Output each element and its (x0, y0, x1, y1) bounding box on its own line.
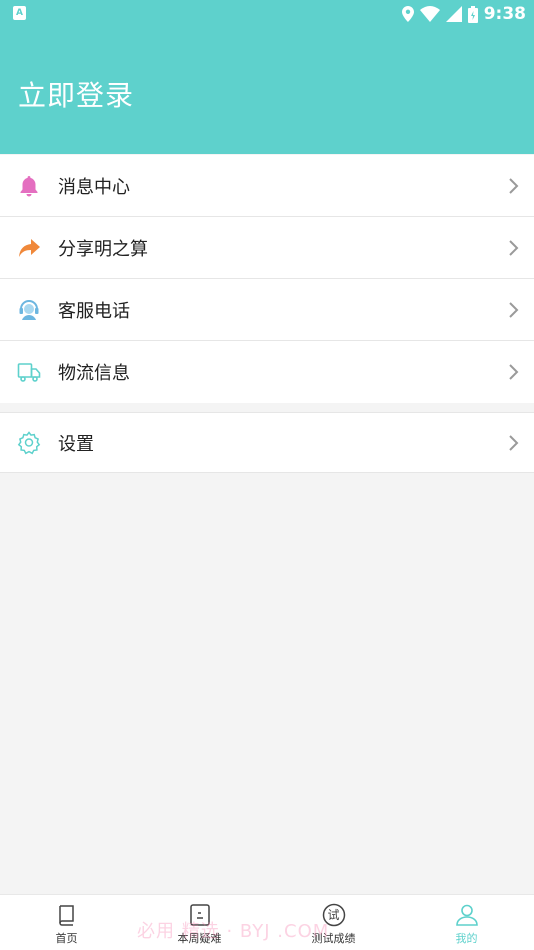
menu-item-share[interactable]: 分享明之算 (0, 217, 534, 279)
chevron-right-icon (509, 301, 519, 318)
chevron-right-icon (509, 239, 519, 256)
chevron-right-icon (509, 177, 519, 194)
chevron-right-icon (509, 434, 519, 451)
chevron-right-icon (509, 364, 519, 380)
status-bar: A 9:38 (0, 0, 534, 28)
tab-label-mine: 我的 (455, 932, 478, 945)
menu-list: 消息中心 分享明之算 客服电话 物流信息 (0, 155, 534, 403)
notification-a-icon: A (13, 6, 26, 20)
tab-weekly-problems[interactable]: 本周疑难 (133, 895, 266, 950)
menu-label-messages: 消息中心 (58, 176, 130, 198)
menu-label-settings: 设置 (58, 433, 94, 455)
wifi-icon (419, 6, 440, 22)
share-arrow-icon (19, 238, 40, 257)
login-button[interactable]: 立即登录 (18, 74, 134, 114)
truck-icon (17, 363, 41, 382)
tab-label-test-scores: 测试成绩 (311, 932, 356, 945)
tab-home[interactable]: 首页 (0, 895, 133, 950)
menu-item-settings[interactable]: 设置 (0, 413, 534, 472)
profile-header: A 9:38 立即登录 (0, 0, 534, 154)
bell-icon (20, 175, 38, 196)
status-time: 9:38 (483, 4, 526, 24)
battery-icon (467, 5, 478, 23)
settings-group: 设置 (0, 412, 534, 473)
gear-icon (17, 430, 41, 454)
tab-label-weekly-problems: 本周疑难 (177, 932, 222, 945)
menu-label-logistics: 物流信息 (58, 363, 130, 384)
status-icons: 9:38 (401, 3, 526, 25)
note-icon (189, 904, 210, 926)
tab-label-home: 首页 (55, 932, 78, 945)
tab-test-scores[interactable]: 试 测试成绩 (267, 895, 400, 950)
tab-mine[interactable]: 我的 (400, 895, 533, 950)
menu-label-customer-service: 客服电话 (58, 300, 130, 322)
menu-item-messages[interactable]: 消息中心 (0, 155, 534, 217)
bottom-tab-bar: 首页 本周疑难 试 测试成绩 我的 (0, 894, 534, 950)
headset-icon (19, 299, 39, 320)
signal-icon (445, 6, 462, 22)
test-badge-text: 试 (327, 908, 340, 922)
menu-label-share: 分享明之算 (58, 238, 148, 260)
location-icon (401, 6, 414, 22)
user-icon (455, 904, 478, 926)
menu-item-logistics[interactable]: 物流信息 (0, 341, 534, 403)
menu-item-customer-service[interactable]: 客服电话 (0, 279, 534, 341)
book-icon (58, 905, 74, 926)
